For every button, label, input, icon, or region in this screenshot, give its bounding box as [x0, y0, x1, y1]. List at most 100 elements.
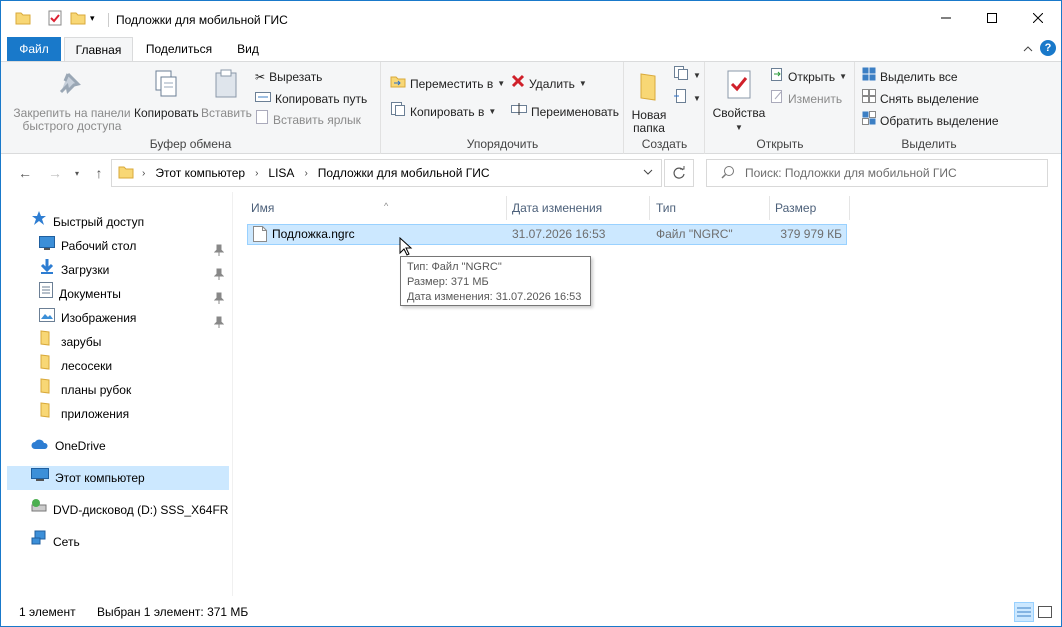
delete-button[interactable]: Удалить ▼ — [511, 74, 587, 94]
nav-item-pictures[interactable]: Изображения — [39, 306, 229, 330]
nav-item-folder-zaruby[interactable]: зарубы — [39, 330, 229, 354]
group-label-organize: Упорядочить — [466, 137, 539, 151]
tab-file[interactable]: Файл — [7, 37, 61, 61]
rename-button[interactable]: Переименовать — [511, 102, 619, 122]
dropdown-icon: ▼ — [578, 79, 587, 88]
nav-this-pc[interactable]: Этот компьютер — [7, 466, 229, 490]
new-item-button[interactable]: ▼ — [673, 66, 701, 86]
nav-onedrive[interactable]: OneDrive — [31, 434, 229, 458]
nav-item-downloads[interactable]: Загрузки — [39, 258, 229, 282]
address-bar[interactable]: › Этот компьютер › LISA › Подложки для м… — [111, 159, 662, 187]
copy-button[interactable]: Копировать — [134, 68, 199, 120]
up-button[interactable]: ↑ — [89, 163, 109, 183]
large-icons-view-button[interactable] — [1035, 602, 1055, 622]
new-folder-button[interactable]: Новая папка — [629, 68, 669, 135]
nav-item-desktop[interactable]: Рабочий стол — [39, 234, 229, 258]
select-all-button[interactable]: Выделить все — [862, 67, 958, 87]
search-input[interactable]: Поиск: Подложки для мобильной ГИС — [706, 159, 1048, 187]
tab-share[interactable]: Поделиться — [137, 37, 221, 61]
pin-label-line1: Закрепить на панели — [13, 106, 131, 120]
documents-icon — [39, 282, 53, 306]
column-header-size[interactable]: Размер — [769, 196, 850, 220]
minimize-button[interactable] — [923, 1, 969, 35]
dropdown-icon: ▼ — [839, 72, 848, 81]
open-button[interactable]: Открыть ▼ — [770, 67, 847, 87]
help-icon[interactable]: ? — [1040, 40, 1056, 56]
group-label-create: Создать — [641, 137, 688, 151]
dropdown-icon: ▼ — [735, 123, 743, 132]
nav-item-folder-prilozheniya[interactable]: приложения — [39, 402, 229, 426]
scissors-icon: ✂ — [255, 70, 266, 84]
title-bar: ▾ Подложки для мобильной ГИС — [1, 1, 1061, 35]
invert-selection-button[interactable]: Обратить выделение — [862, 111, 999, 131]
copy-path-label: Копировать путь — [275, 92, 368, 106]
new-folder-quick-icon[interactable] — [70, 10, 86, 28]
tab-home[interactable]: Главная — [64, 37, 133, 62]
collapse-ribbon-icon[interactable] — [1023, 42, 1033, 56]
nav-item-documents[interactable]: Документы — [39, 282, 229, 306]
nav-item-folder-lesoseki[interactable]: лесосеки — [39, 354, 229, 378]
details-view-button[interactable] — [1014, 602, 1034, 622]
file-row[interactable]: Подложка.ngrc 31.07.2026 16:53 Файл "NGR… — [247, 224, 847, 245]
pin-quick-access-button[interactable]: Закрепить на панели быстрого доступа — [13, 68, 131, 133]
refresh-button[interactable] — [664, 159, 694, 187]
cut-button[interactable]: ✂ Вырезать — [255, 67, 322, 87]
search-icon — [721, 165, 735, 182]
tooltip-size: Размер: 371 МБ — [407, 276, 489, 288]
edit-button[interactable]: Изменить — [770, 89, 842, 109]
navigation-pane: Быстрый доступ Рабочий стол Загрузки Док… — [1, 192, 233, 596]
folder-icon — [39, 354, 55, 378]
easy-access-button[interactable]: ▼ — [673, 89, 701, 109]
copy-to-button[interactable]: Копировать в ▼ — [390, 102, 496, 122]
new-folder-label-line1: Новая — [631, 108, 667, 122]
delete-icon — [511, 74, 525, 94]
nav-item-folder-plany-rubok[interactable]: планы рубок — [39, 378, 229, 402]
column-name-label: Имя — [251, 201, 275, 215]
maximize-button[interactable] — [969, 1, 1015, 35]
selection-info: Выбран 1 элемент: 371 МБ — [97, 605, 249, 619]
copy-to-icon — [390, 101, 406, 123]
paste-button[interactable]: Вставить — [201, 68, 252, 120]
nav-item-label: лесосеки — [61, 359, 113, 373]
nav-dvd-drive[interactable]: DVD-дисковод (D:) SSS_X64FRE_R — [31, 498, 229, 522]
paste-label: Вставить — [201, 106, 252, 120]
nav-item-label: приложения — [61, 407, 130, 421]
cloud-icon — [31, 434, 49, 458]
nav-quick-access-label: Быстрый доступ — [53, 215, 145, 229]
column-header-date[interactable]: Дата изменения — [506, 196, 650, 220]
move-to-button[interactable]: Переместить в ▼ — [390, 74, 505, 94]
recent-locations-button[interactable]: ▾ — [67, 163, 87, 183]
breadcrumb-current-folder[interactable]: Подложки для мобильной ГИС — [318, 166, 490, 180]
properties-quick-icon[interactable] — [47, 10, 63, 28]
properties-button[interactable]: Свойства ▼ — [710, 68, 768, 134]
nav-item-label: Документы — [59, 287, 121, 301]
group-label-clipboard: Буфер обмена — [149, 137, 232, 151]
folder-icon — [39, 378, 55, 402]
back-button[interactable]: ← — [15, 163, 35, 183]
nav-network[interactable]: Сеть — [31, 530, 229, 554]
column-date-label: Дата изменения — [512, 201, 603, 215]
select-none-button[interactable]: Снять выделение — [862, 89, 979, 109]
customize-quick-access-icon[interactable]: ▾ — [90, 13, 106, 31]
open-group: Свойства ▼ Открыть ▼ Изменить Открыть — [706, 62, 855, 154]
address-dropdown-icon[interactable] — [643, 166, 653, 180]
search-placeholder: Поиск: Подложки для мобильной ГИС — [745, 166, 957, 180]
column-header-type[interactable]: Тип — [650, 196, 770, 220]
tooltip-date: Дата изменения: 31.07.2026 16:53 — [407, 291, 582, 303]
breadcrumb-separator: › — [304, 167, 308, 179]
tab-view[interactable]: Вид — [225, 37, 271, 61]
dropdown-icon: ▼ — [497, 79, 506, 88]
column-header-name[interactable]: ^ Имя — [245, 196, 507, 220]
breadcrumb-this-pc[interactable]: Этот компьютер — [155, 166, 245, 180]
breadcrumb-lisa[interactable]: LISA — [268, 166, 294, 180]
nav-item-label: планы рубок — [61, 383, 132, 397]
move-to-label: Переместить в — [410, 77, 494, 91]
forward-button[interactable]: → — [45, 163, 65, 183]
file-type: Файл "NGRC" — [656, 227, 733, 241]
folder-icon — [118, 164, 134, 183]
nav-quick-access[interactable]: Быстрый доступ — [31, 210, 229, 234]
breadcrumb-separator: › — [142, 167, 146, 179]
paste-shortcut-button[interactable]: Вставить ярлык — [255, 110, 361, 130]
copy-path-button[interactable]: Копировать путь — [255, 89, 367, 109]
close-button[interactable] — [1015, 1, 1061, 35]
